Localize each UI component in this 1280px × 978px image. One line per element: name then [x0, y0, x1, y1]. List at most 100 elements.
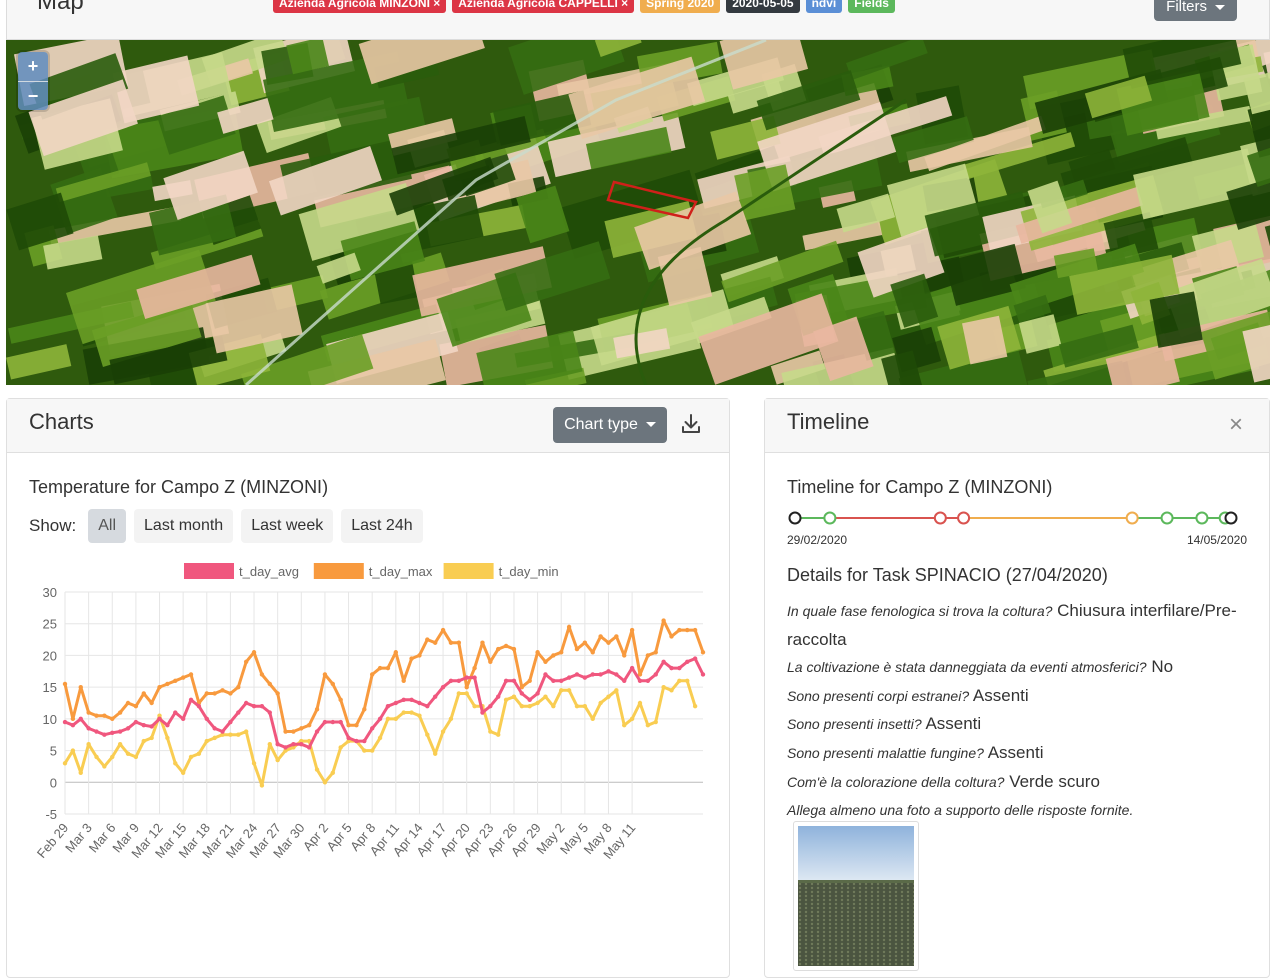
data-point-t_day_max: [78, 684, 83, 690]
data-point-t_day_max: [653, 650, 658, 655]
data-point-t_day_min: [173, 761, 178, 766]
data-point-t_day_max: [440, 627, 446, 633]
filter-chip-date[interactable]: 2020-05-05: [726, 0, 800, 13]
data-point-t_day_max: [551, 653, 556, 658]
data-point-t_day_max: [669, 634, 674, 639]
timeline-start-date: 29/02/2020: [787, 533, 848, 547]
data-point-t_day_min: [669, 688, 674, 693]
data-point-t_day_avg: [196, 703, 202, 709]
data-point-t_day_max: [220, 688, 225, 693]
data-point-t_day_min: [417, 713, 422, 718]
answer-text: Assenti: [972, 685, 1029, 705]
data-point-t_day_avg: [692, 656, 698, 661]
data-point-t_day_avg: [535, 691, 540, 696]
timeline-task-node[interactable]: [1160, 511, 1174, 525]
data-point-t_day_min: [94, 754, 99, 760]
range-all-button[interactable]: All: [88, 509, 127, 543]
data-point-t_day_max: [306, 723, 312, 728]
data-point-t_day_min: [519, 703, 525, 709]
data-point-t_day_max: [472, 665, 477, 671]
data-point-t_day_avg: [173, 710, 178, 715]
filter-chip-cappelli[interactable]: Azienda Agricola CAPPELLI ×: [452, 0, 635, 13]
question-text: La coltivazione è stata danneggiata da e…: [787, 659, 1147, 676]
y-tick-label: 30: [43, 585, 57, 600]
question-text: Sono presenti corpi estranei?: [787, 687, 970, 704]
data-point-t_day_avg: [496, 694, 501, 699]
qa-item: La coltivazione è stata danneggiata da e…: [787, 653, 1257, 682]
field-photo-thumbnail[interactable]: [793, 821, 919, 971]
data-point-t_day_max: [110, 716, 115, 722]
data-point-t_day_max: [149, 700, 154, 706]
data-point-t_day_avg: [204, 716, 209, 722]
timeline-task-node[interactable]: [1195, 511, 1209, 525]
zoom-control: + −: [18, 52, 48, 110]
data-point-t_day_max: [133, 703, 139, 709]
data-point-t_day_max: [692, 627, 698, 633]
timeline-task-node[interactable]: [1224, 511, 1238, 525]
legend-swatch-t_day_max: [313, 563, 364, 579]
data-point-t_day_max: [527, 678, 532, 683]
timeline-task-node[interactable]: [957, 511, 971, 525]
data-point-t_day_min: [86, 742, 91, 747]
data-point-t_day_avg: [425, 703, 430, 709]
y-tick-label: 0: [50, 775, 57, 790]
data-point-t_day_max: [622, 653, 627, 658]
data-point-t_day_max: [535, 650, 540, 655]
data-point-t_day_max: [598, 634, 603, 639]
data-point-t_day_avg: [283, 745, 288, 750]
data-point-t_day_avg: [157, 716, 162, 722]
data-point-t_day_avg: [409, 697, 414, 703]
range-last-week-button[interactable]: Last week: [241, 509, 334, 543]
data-point-t_day_max: [204, 691, 209, 696]
y-tick-label: 20: [43, 648, 57, 663]
range-last-month-button[interactable]: Last month: [134, 509, 234, 543]
filter-chip-layer[interactable]: Fields: [848, 0, 895, 13]
data-point-t_day_max: [299, 726, 304, 731]
filters-dropdown-button[interactable]: Filters: [1154, 0, 1237, 21]
legend-label-t_day_avg: t_day_avg: [239, 564, 299, 579]
data-point-t_day_min: [488, 729, 493, 734]
data-point-t_day_min: [629, 716, 635, 722]
data-point-t_day_min: [314, 767, 320, 772]
timeline-task-node[interactable]: [823, 511, 837, 525]
data-point-t_day_avg: [480, 710, 485, 715]
data-point-t_day_avg: [62, 719, 68, 725]
data-point-t_day_max: [94, 713, 99, 718]
timeline-task-node[interactable]: [1125, 511, 1139, 525]
timeline-task-node[interactable]: [933, 511, 947, 525]
data-point-t_day_min: [102, 764, 107, 769]
data-point-t_day_avg: [622, 678, 627, 683]
timeline-end-date: 14/05/2020: [1186, 533, 1247, 547]
data-point-t_day_avg: [669, 665, 674, 671]
download-icon[interactable]: [679, 412, 703, 436]
timeline-task-node[interactable]: [788, 511, 802, 525]
filter-chip-season[interactable]: Spring 2020: [640, 0, 721, 13]
data-point-t_day_max: [559, 650, 564, 655]
data-point-t_day_max: [362, 707, 367, 712]
filter-chip-minzoni[interactable]: Azienda Agricola MINZONI ×: [273, 0, 447, 13]
data-point-t_day_max: [661, 618, 666, 623]
range-last-24h-button[interactable]: Last 24h: [341, 509, 423, 543]
filter-chip-index[interactable]: ndvi: [805, 0, 843, 13]
chart-type-dropdown[interactable]: Chart type: [553, 407, 667, 443]
data-point-t_day_max: [291, 729, 296, 734]
qa-item: Com'è la colorazione della coltura? Verd…: [787, 768, 1257, 797]
y-tick-label: -5: [45, 807, 57, 822]
question-text: Com'è la colorazione della coltura?: [787, 773, 1005, 790]
charts-card-header: Charts Chart type: [7, 399, 729, 453]
data-point-t_day_avg: [551, 678, 556, 683]
data-point-t_day_max: [251, 650, 257, 655]
data-point-t_day_min: [165, 735, 170, 741]
close-icon[interactable]: ×: [1229, 413, 1243, 437]
zoom-in-button[interactable]: +: [18, 52, 48, 81]
question-text: Sono presenti insetti?: [787, 716, 922, 733]
data-point-t_day_max: [125, 700, 131, 706]
data-point-t_day_avg: [243, 700, 249, 706]
data-point-t_day_max: [330, 681, 336, 687]
ndvi-map[interactable]: + −: [6, 40, 1270, 385]
data-point-t_day_max: [432, 640, 438, 645]
data-point-t_day_avg: [117, 729, 123, 734]
data-point-t_day_max: [243, 659, 249, 664]
data-point-t_day_avg: [70, 723, 76, 728]
zoom-out-button[interactable]: −: [18, 81, 48, 110]
